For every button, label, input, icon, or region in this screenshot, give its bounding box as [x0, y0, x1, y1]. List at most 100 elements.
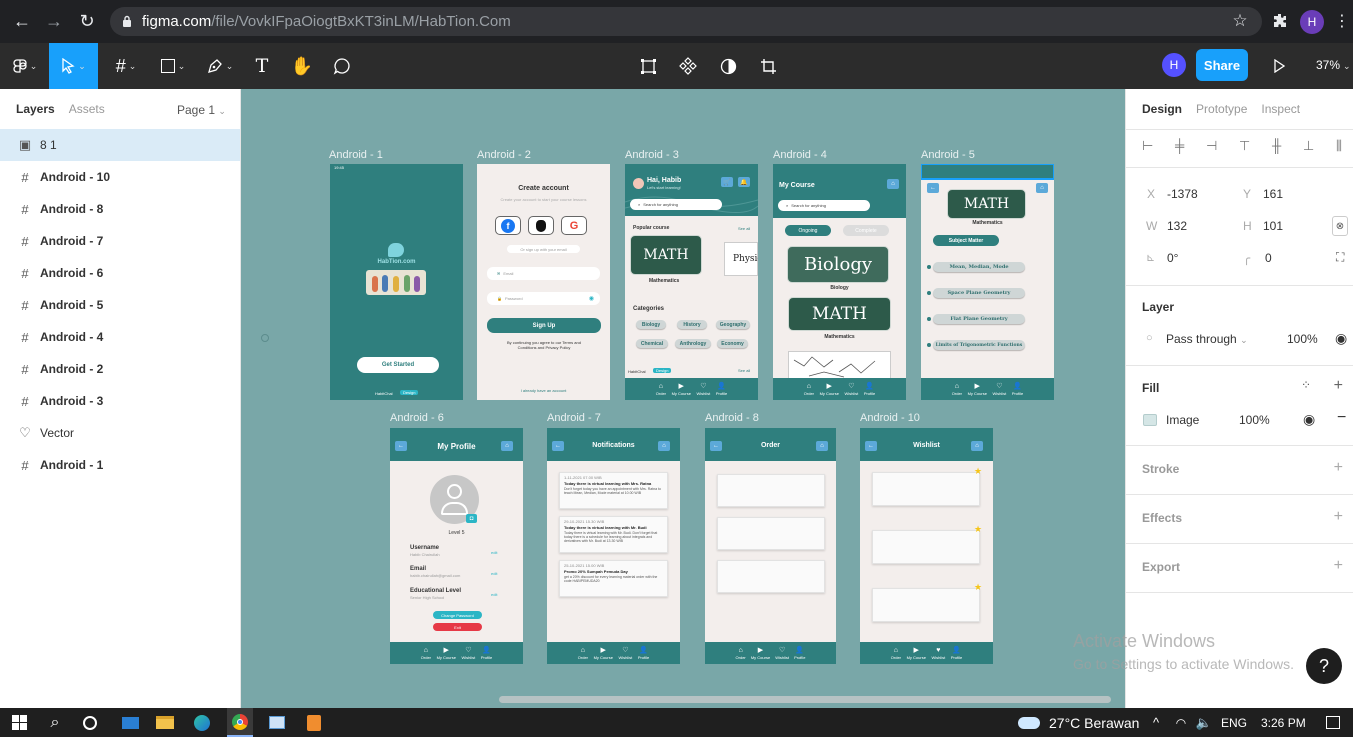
nav-order-6[interactable]: ⌂ Order — [421, 647, 431, 660]
layer-row[interactable]: # Android - 8 — [0, 193, 240, 225]
nav-profile-6[interactable]: 👤 Profile — [481, 647, 492, 660]
nav-my-course-5[interactable]: ▶ My Course — [968, 383, 987, 396]
frame-label-android-1[interactable]: Android - 1 — [329, 149, 383, 161]
topic-flat-plane-geometry[interactable]: Flat Plane Geometry — [933, 314, 1025, 324]
mail-app-icon[interactable] — [117, 708, 143, 737]
change-password-button[interactable]: Change Password — [433, 611, 482, 619]
layer-row[interactable]: # Android - 7 — [0, 225, 240, 257]
frame-label-android-3[interactable]: Android - 3 — [625, 149, 679, 161]
nav-wishlist-4[interactable]: ♡ Wishlist — [844, 383, 858, 396]
nav-wishlist-10[interactable]: ♥ Wishlist — [931, 647, 945, 660]
home-icon[interactable]: ⌂ — [887, 179, 899, 189]
frame-android-8[interactable]: ← Order ⌂ ⌂ Order ▶ My Course ♡ Wishlist 👤 P… — [705, 428, 836, 664]
wishlist-card-1[interactable] — [872, 472, 980, 506]
username-edit[interactable]: edit — [491, 550, 497, 555]
star-icon-2[interactable]: ★ — [974, 524, 982, 535]
blend-mode-select[interactable]: Pass through ⌄ — [1166, 332, 1248, 346]
frame-label-android-5[interactable]: Android - 5 — [921, 149, 975, 161]
align-right-icon[interactable]: ⊣ — [1206, 138, 1217, 153]
tab-ongoing[interactable]: Ongoing — [785, 225, 831, 236]
frame-android-2[interactable]: Create account Create your account to st… — [477, 164, 610, 400]
layer-row[interactable]: # Android - 6 — [0, 257, 240, 289]
profile-avatar[interactable]: H — [1300, 10, 1324, 34]
fill-opacity[interactable]: 100% — [1239, 413, 1270, 427]
nav-profile-10[interactable]: 👤 Profile — [951, 647, 962, 660]
get-started-button[interactable]: Get Started — [357, 357, 439, 373]
category-chemical[interactable]: Chemical — [636, 339, 668, 348]
shape-tool-button[interactable]: ⌄ — [153, 43, 193, 89]
back-arrow-icon[interactable]: ← — [6, 5, 38, 37]
image-fill-swatch[interactable] — [1143, 414, 1157, 426]
present-button[interactable] — [1266, 43, 1292, 89]
nav-my-course-6[interactable]: ▶ My Course — [437, 647, 456, 660]
layer-row[interactable]: # Android - 2 — [0, 353, 240, 385]
sketch-course-card[interactable] — [788, 351, 891, 381]
align-left-icon[interactable]: ⊢ — [1142, 138, 1153, 153]
extensions-icon[interactable] — [1264, 5, 1296, 37]
selection-outline[interactable] — [921, 164, 1054, 180]
home-icon-7[interactable]: ⌂ — [658, 441, 670, 451]
nav-wishlist-6[interactable]: ♡ Wishlist — [461, 647, 475, 660]
remove-fill-icon[interactable]: − — [1337, 409, 1346, 427]
edge-browser-icon[interactable] — [189, 708, 215, 737]
stroke-section-title[interactable]: Stroke — [1142, 462, 1179, 476]
align-center-v-icon[interactable]: ╫ — [1272, 138, 1281, 153]
nav-order-10[interactable]: ⌂ Order — [891, 647, 901, 660]
page-selector[interactable]: Page 1 ⌄ — [177, 103, 226, 117]
file-explorer-icon[interactable] — [152, 708, 178, 737]
bookmark-star-icon[interactable]: ☆ — [1224, 5, 1256, 37]
frame-android-4[interactable]: My Course ⌂ ⌕ Search for anything Ongoing… — [773, 164, 906, 400]
sublime-text-icon[interactable] — [301, 708, 327, 737]
home-icon-5[interactable]: ⌂ — [1036, 183, 1048, 193]
canvas-horizontal-scrollbar[interactable] — [499, 696, 1111, 703]
help-button[interactable]: ? — [1306, 648, 1342, 684]
y-input[interactable]: 161 — [1263, 187, 1283, 201]
topic-limits-trigonometric[interactable]: Limits of Trigonometric Functions — [933, 340, 1025, 350]
nav-my-course[interactable]: ▶ My Course — [672, 383, 691, 396]
main-menu-button[interactable]: ⌄ — [6, 43, 44, 89]
h-input[interactable]: 101 — [1263, 219, 1283, 233]
exit-button[interactable]: Exit — [433, 623, 482, 631]
nav-my-course-7[interactable]: ▶ My Course — [594, 647, 613, 660]
layer-row[interactable]: # Android - 10 — [0, 161, 240, 193]
wishlist-card-2[interactable] — [872, 530, 980, 564]
crop-button[interactable] — [754, 43, 782, 89]
user-avatar[interactable]: H — [1162, 53, 1186, 77]
align-top-icon[interactable]: ⊤ — [1239, 138, 1250, 153]
nav-order[interactable]: ⌂ Order — [656, 383, 666, 396]
email-edit[interactable]: edit — [491, 571, 497, 576]
more-vert-icon[interactable]: ⋮ — [1326, 5, 1353, 37]
layer-row[interactable]: # Android - 1 — [0, 449, 240, 481]
corner-radius-input[interactable]: 0 — [1265, 251, 1272, 265]
biology-course-card[interactable]: Biology — [787, 246, 889, 283]
independent-corners-icon[interactable]: ⛶ — [1336, 250, 1344, 265]
address-bar[interactable]: figma.com/file/VovkIFpaOiogtBxKT3inLM/Ha… — [110, 7, 1262, 36]
w-input[interactable]: 132 — [1167, 219, 1187, 233]
search-bar-4[interactable]: ⌕ Search for anything — [778, 200, 870, 211]
design-canvas[interactable]: Android - 1 Android - 2 Android - 3 Andr… — [241, 89, 1125, 708]
share-button[interactable]: Share — [1196, 49, 1248, 81]
star-icon-3[interactable]: ★ — [974, 582, 982, 593]
google-button[interactable]: G — [561, 216, 587, 235]
rotation-input[interactable]: 0° — [1167, 251, 1178, 265]
fill-type[interactable]: Image — [1166, 413, 1199, 427]
zoom-level[interactable]: 37% ⌄ — [1316, 58, 1351, 72]
topic-space-plane-geometry[interactable]: Space Plane Geometry — [933, 288, 1025, 298]
nav-my-course-8[interactable]: ▶ My Course — [751, 647, 770, 660]
nav-profile-5[interactable]: 👤 Profile — [1012, 383, 1023, 396]
email-field[interactable]: ✉ Email — [487, 267, 600, 280]
component-button[interactable] — [674, 43, 702, 89]
add-effect-icon[interactable]: + — [1334, 508, 1343, 526]
nav-profile-4[interactable]: 👤 Profile — [864, 383, 875, 396]
comment-tool-button[interactable] — [328, 43, 356, 89]
task-view-icon[interactable] — [77, 708, 103, 737]
frame-label-android-6[interactable]: Android - 6 — [390, 412, 444, 424]
reload-icon[interactable]: ↻ — [71, 5, 103, 37]
volume-icon[interactable]: 🔈 — [1194, 708, 1214, 737]
category-anthrology[interactable]: Anthrology — [675, 339, 711, 348]
layer-row[interactable]: ▣ 8 1 — [0, 129, 240, 161]
nav-wishlist[interactable]: ♡ Wishlist — [696, 383, 710, 396]
notification-card-2[interactable]: 29-10-2021 15.30 WIB Today there is virt… — [559, 516, 668, 553]
frame-label-android-4[interactable]: Android - 4 — [773, 149, 827, 161]
canvas-vector-dot[interactable] — [261, 334, 269, 342]
